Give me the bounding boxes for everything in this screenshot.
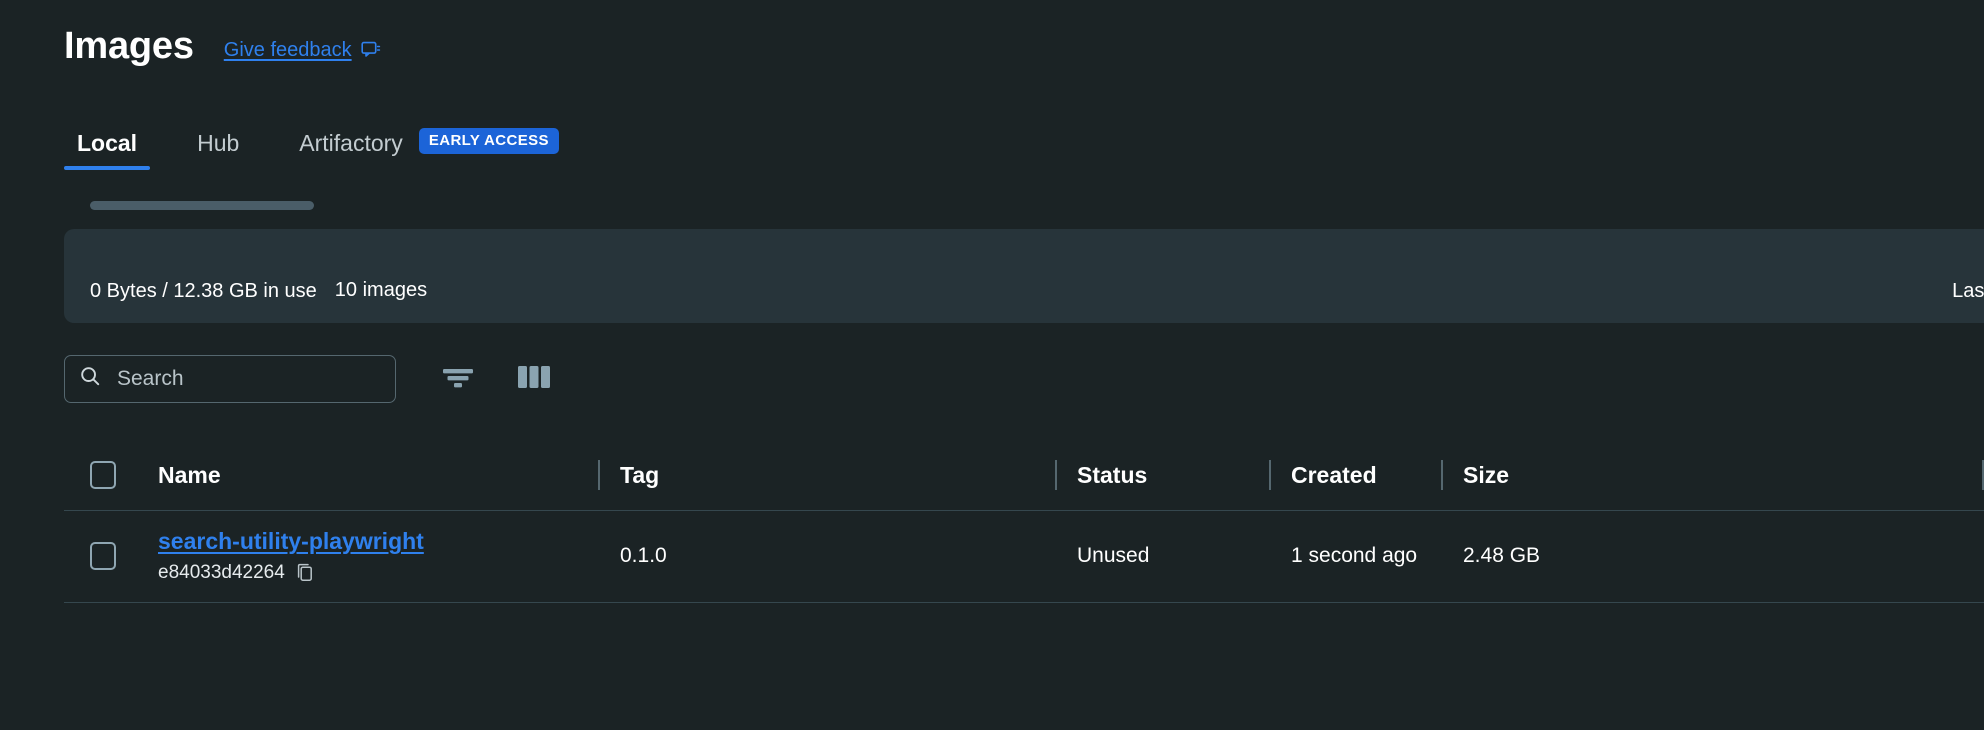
tab-hub-label: Hub <box>197 129 240 156</box>
tab-bar: Local Hub Artifactory EARLY ACCESS <box>64 120 1984 170</box>
filter-icon <box>441 364 475 393</box>
filter-button[interactable] <box>430 355 486 403</box>
search-icon <box>79 365 101 392</box>
column-header-status-label: Status <box>1077 461 1148 488</box>
early-access-badge: EARLY ACCESS <box>418 128 559 155</box>
search-box[interactable] <box>64 354 396 403</box>
give-feedback-link[interactable]: Give feedback <box>224 31 381 62</box>
row-tag-text: 0.1.0 <box>620 544 667 568</box>
row-size-text: 2.48 GB <box>1463 544 1541 568</box>
copy-icon[interactable] <box>297 563 315 583</box>
page-header: Images Give feedback <box>64 0 1984 68</box>
column-header-name[interactable]: Name <box>158 462 598 489</box>
disk-usage-card: 0 Bytes / 12.38 GB in use 10 images Last… <box>64 200 1984 323</box>
image-id-row: e84033d42264 <box>158 562 598 584</box>
image-name-link[interactable]: search-utility-playwright <box>158 528 598 555</box>
image-id-text: e84033d42264 <box>158 562 285 584</box>
search-input[interactable] <box>117 366 381 391</box>
tab-artifactory-label: Artifactory <box>299 129 403 156</box>
row-name-cell: search-utility-playwright e84033d42264 <box>158 528 598 584</box>
column-header-tag[interactable]: Tag <box>600 462 1055 489</box>
images-count-text: 10 images <box>334 278 428 301</box>
tab-local-label: Local <box>77 129 138 156</box>
select-all-checkbox[interactable] <box>90 461 116 490</box>
give-feedback-label: Give feedback <box>223 39 352 62</box>
feedback-comment-icon <box>361 41 381 61</box>
tab-local[interactable]: Local <box>64 129 151 170</box>
column-header-status[interactable]: Status <box>1057 462 1269 489</box>
disk-usage-text: 0 Bytes / 12.38 GB in use <box>90 279 317 302</box>
column-header-size-label: Size <box>1463 461 1510 488</box>
table-toolbar <box>64 354 1984 403</box>
columns-icon <box>517 363 551 394</box>
row-created-cell: 1 second ago <box>1271 544 1441 568</box>
page-title: Images <box>64 25 194 67</box>
tab-hub[interactable]: Hub <box>184 130 252 170</box>
columns-button[interactable] <box>506 355 562 403</box>
table-header-row: Name Tag Status Created Size <box>64 441 1984 511</box>
row-status-text: Unused <box>1077 544 1150 568</box>
row-size-cell: 2.48 GB <box>1443 544 1982 568</box>
table-row[interactable]: search-utility-playwright e84033d42264 0… <box>64 511 1984 603</box>
select-all-cell <box>64 461 158 490</box>
row-tag-cell: 0.1.0 <box>600 544 1055 568</box>
disk-usage-summary: 0 Bytes / 12.38 GB in use 10 images <box>64 280 427 301</box>
tab-artifactory[interactable]: Artifactory EARLY ACCESS <box>286 128 572 170</box>
last-refresh-text: Last refresh: 4 <box>1952 279 1984 302</box>
row-status-cell: Unused <box>1057 544 1269 568</box>
images-table: Name Tag Status Created Size search-util… <box>64 441 1984 603</box>
column-header-tag-label: Tag <box>620 461 660 488</box>
disk-usage-bar <box>90 200 314 210</box>
column-header-size[interactable]: Size <box>1443 462 1982 489</box>
row-created-text: 1 second ago <box>1291 544 1418 568</box>
row-select-cell <box>64 542 158 571</box>
column-header-created-label: Created <box>1291 461 1377 488</box>
column-header-name-label: Name <box>158 461 221 488</box>
images-page: Images Give feedback Local Hub Artifacto… <box>0 0 1984 730</box>
column-header-created[interactable]: Created <box>1271 462 1441 489</box>
row-select-checkbox[interactable] <box>90 542 116 571</box>
